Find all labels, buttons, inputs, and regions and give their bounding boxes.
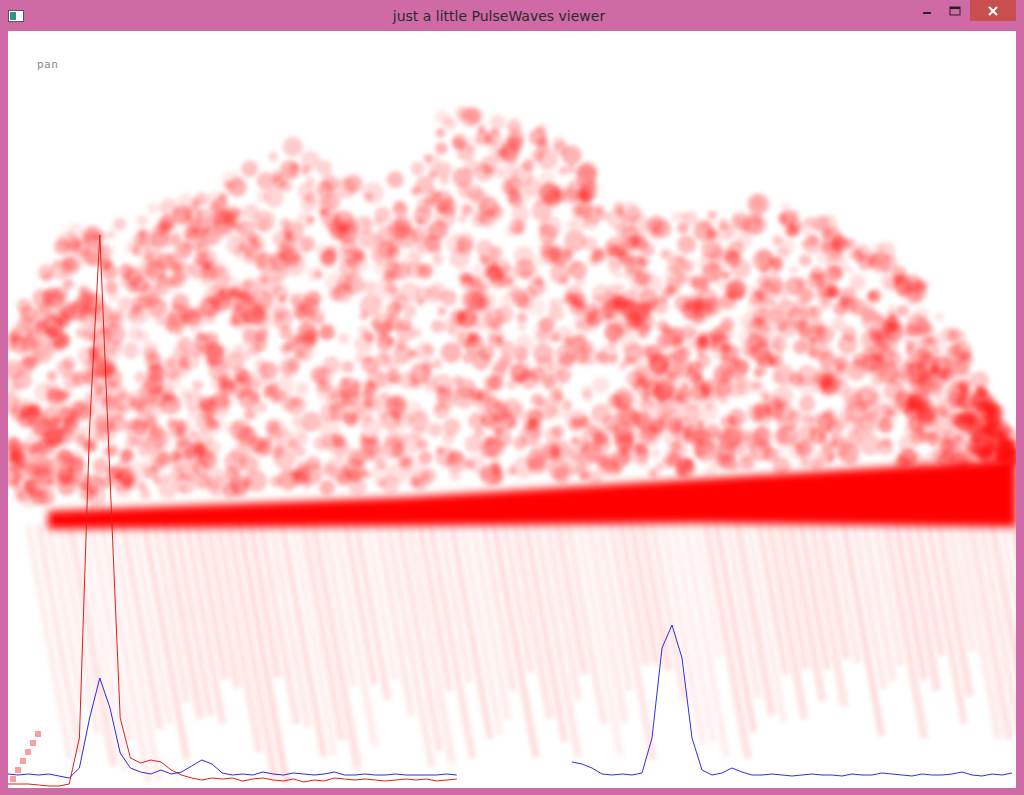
waveform [572, 625, 1012, 776]
window-title: just a little PulseWaves viewer [32, 8, 906, 24]
viewer-canvas-area[interactable]: pan [8, 31, 1016, 788]
waveform-line [572, 625, 1012, 776]
close-icon [988, 6, 998, 16]
window-controls [914, 0, 1024, 21]
app-window: just a little PulseWaves viewer pan [0, 0, 1024, 795]
point-cloud-canvas[interactable] [8, 31, 1016, 788]
waveform-line [8, 235, 457, 786]
canopy-points [8, 106, 1016, 508]
waveform-line [8, 678, 457, 778]
maximize-button[interactable] [942, 0, 968, 21]
ground-band [48, 459, 1016, 529]
maximize-icon [949, 6, 961, 16]
minimize-icon [922, 6, 932, 16]
minimize-button[interactable] [914, 0, 940, 21]
close-button[interactable] [970, 0, 1016, 21]
title-bar[interactable]: just a little PulseWaves viewer [0, 0, 1024, 31]
mode-label: pan [37, 58, 58, 71]
app-icon [8, 10, 24, 22]
waveform [8, 235, 457, 786]
